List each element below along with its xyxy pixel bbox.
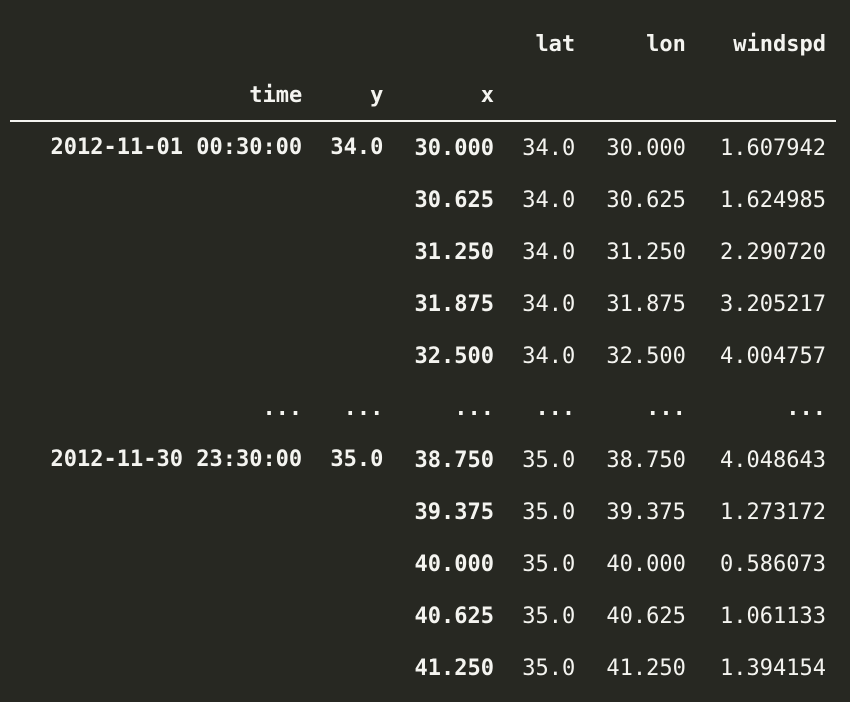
lat-cell: 34.0 — [522, 239, 576, 265]
header-spacer — [504, 70, 586, 122]
windspd-cell: 2.290720 — [720, 239, 826, 265]
lon-cell: 30.625 — [606, 187, 686, 213]
windspd-cell: 0.586073 — [720, 551, 826, 577]
windspd-cell: 1.394154 — [720, 655, 826, 681]
index-y-cell: 34.0 — [330, 135, 384, 160]
column-header-row: lat lon windspd — [10, 18, 836, 70]
index-name-time: time — [10, 70, 313, 122]
header-spacer — [585, 70, 696, 122]
windspd-cell: 1.061133 — [720, 603, 826, 629]
windspd-cell: 4.048643 — [720, 447, 826, 473]
ellipsis-cell: ... — [343, 395, 384, 421]
header-spacer — [393, 18, 504, 70]
windspd-cell: 1.607942 — [720, 135, 826, 161]
index-y-cell: 35.0 — [330, 447, 384, 472]
lon-cell: 39.375 — [606, 499, 686, 525]
column-header-lat: lat — [535, 31, 576, 57]
ellipsis-row: ... ... ... ... ... ... — [10, 382, 836, 434]
table-header: lat lon windspd time y x — [10, 18, 836, 122]
index-x-cell: 40.625 — [414, 603, 495, 629]
index-x-cell: 39.375 — [414, 499, 495, 525]
index-name-x: x — [393, 70, 505, 122]
table-row: 2012-11-30 23:30:00 35.0 38.750 35.0 38.… — [10, 434, 836, 486]
lon-cell: 41.250 — [606, 655, 686, 681]
dataframe-output: lat lon windspd time y x 2012-11-01 00:3… — [0, 0, 850, 702]
ellipsis-cell: ... — [786, 395, 826, 421]
lat-cell: 35.0 — [522, 603, 576, 629]
column-header-lon: lon — [646, 31, 686, 57]
table-row: 2012-11-01 00:30:00 34.0 30.000 34.0 30.… — [10, 121, 836, 174]
header-spacer — [10, 18, 312, 70]
ellipsis-cell: ... — [535, 395, 576, 421]
lon-cell: 32.500 — [606, 343, 686, 369]
index-x-cell: 30.625 — [414, 187, 495, 213]
lat-cell: 34.0 — [522, 187, 576, 213]
index-time-cell: 2012-11-30 23:30:00 — [50, 447, 303, 472]
lat-cell: 35.0 — [522, 655, 576, 681]
lat-cell: 34.0 — [522, 291, 576, 317]
lon-cell: 31.250 — [606, 239, 686, 265]
lat-cell: 35.0 — [522, 551, 576, 577]
header-spacer — [312, 18, 393, 70]
ellipsis-cell: ... — [262, 395, 303, 421]
lon-cell: 40.000 — [606, 551, 686, 577]
index-name-y: y — [312, 70, 394, 122]
column-header-windspd: windspd — [733, 31, 826, 57]
index-x-cell: 31.875 — [414, 291, 495, 317]
windspd-cell: 1.624985 — [720, 187, 826, 213]
index-x-cell: 30.000 — [414, 135, 495, 161]
lon-cell: 38.750 — [606, 447, 686, 473]
index-time-cell: 2012-11-01 00:30:00 — [50, 135, 303, 160]
header-spacer — [695, 70, 836, 122]
lat-cell: 35.0 — [522, 499, 576, 525]
index-names-row: time y x — [10, 70, 836, 122]
windspd-cell: 4.004757 — [720, 343, 826, 369]
index-x-cell: 38.750 — [414, 447, 495, 473]
index-x-cell: 40.000 — [414, 551, 495, 577]
windspd-cell: 3.205217 — [720, 291, 826, 317]
lon-cell: 40.625 — [606, 603, 686, 629]
lon-cell: 30.000 — [606, 135, 686, 161]
dataframe-table: lat lon windspd time y x 2012-11-01 00:3… — [10, 18, 836, 694]
table-body: 2012-11-01 00:30:00 34.0 30.000 34.0 30.… — [10, 121, 836, 694]
index-x-cell: 31.250 — [414, 239, 495, 265]
lat-cell: 34.0 — [522, 135, 576, 161]
windspd-cell: 1.273172 — [720, 499, 826, 525]
index-x-cell: 32.500 — [414, 343, 495, 369]
lat-cell: 34.0 — [522, 343, 576, 369]
index-x-cell: 41.250 — [414, 655, 495, 681]
ellipsis-cell: ... — [646, 395, 686, 421]
lon-cell: 31.875 — [606, 291, 686, 317]
lat-cell: 35.0 — [522, 447, 576, 473]
ellipsis-cell: ... — [454, 395, 495, 421]
